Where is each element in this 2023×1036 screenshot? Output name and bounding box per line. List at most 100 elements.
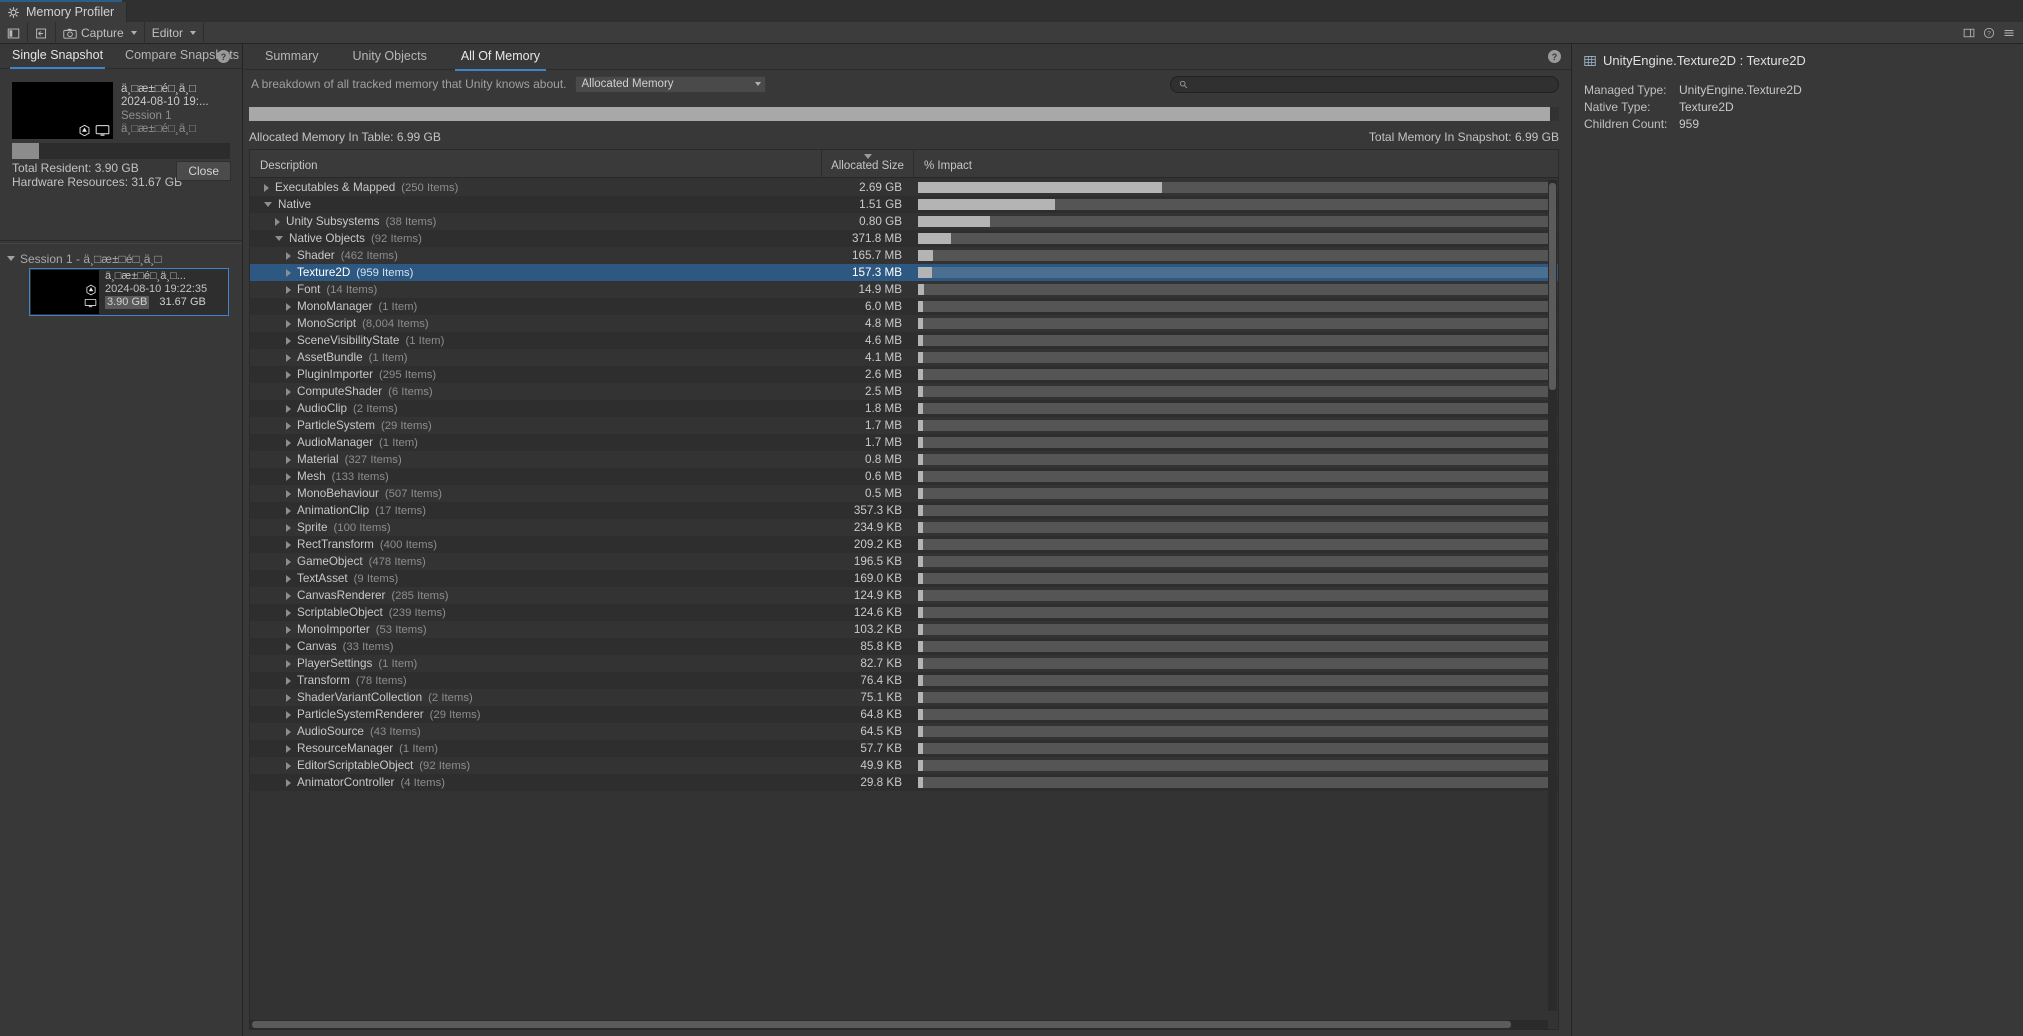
table-vertical-scrollbar[interactable] [1548,180,1557,1011]
chevron-right-icon[interactable] [286,574,291,583]
capture-button[interactable]: Capture [56,22,145,44]
table-row[interactable]: AudioManager (1 Item) 1.7 MB [250,434,1558,451]
chevron-down-icon[interactable] [264,202,272,207]
table-row[interactable]: MonoScript (8,004 Items) 4.8 MB [250,315,1558,332]
tab-unity-objects[interactable]: Unity Objects [349,44,429,70]
chevron-right-icon[interactable] [264,183,269,192]
chevron-right-icon[interactable] [286,744,291,753]
table-row[interactable]: MonoImporter (53 Items) 103.2 KB [250,621,1558,638]
window-tab-memory-profiler[interactable]: Memory Profiler [0,2,128,22]
table-row[interactable]: ParticleSystemRenderer (29 Items) 64.8 KB [250,706,1558,723]
chevron-right-icon[interactable] [286,778,291,787]
table-row[interactable]: EditorScriptableObject (92 Items) 49.9 KB [250,757,1558,774]
table-row[interactable]: Mesh (133 Items) 0.6 MB [250,468,1558,485]
table-row[interactable]: Unity Subsystems (38 Items) 0.80 GB [250,213,1558,230]
chevron-right-icon[interactable] [286,268,291,277]
panel-toggle-button[interactable] [1960,22,1978,44]
search-field[interactable] [1170,75,1559,93]
panel-layout-button[interactable] [0,22,28,44]
table-vertical-scroll-thumb[interactable] [1549,183,1556,390]
content-help-icon[interactable]: ? [1548,50,1561,63]
main-toolbar: Capture Editor ? [0,22,2023,44]
table-row[interactable]: Native 1.51 GB [250,196,1558,213]
chevron-right-icon[interactable] [286,370,291,379]
tab-single-snapshot[interactable]: Single Snapshot [10,44,106,69]
chevron-right-icon[interactable] [286,761,291,770]
table-row[interactable]: Transform (78 Items) 76.4 KB [250,672,1558,689]
table-row[interactable]: TextAsset (9 Items) 169.0 KB [250,570,1558,587]
chevron-right-icon[interactable] [286,659,291,668]
chevron-right-icon[interactable] [286,251,291,260]
chevron-right-icon[interactable] [286,727,291,736]
session-snapshot-item[interactable]: ä¸□æ±□é□¸ä¸□... 2024-08-10 19:22:35 3.90… [29,268,229,316]
table-row[interactable]: Native Objects (92 Items) 371.8 MB [250,230,1558,247]
capture-target-dropdown[interactable]: Editor [145,22,205,44]
table-row[interactable]: Font (14 Items) 14.9 MB [250,281,1558,298]
tab-all-of-memory[interactable]: All Of Memory [454,44,547,71]
close-snapshot-button[interactable]: Close [176,161,231,181]
table-row[interactable]: AudioSource (43 Items) 64.5 KB [250,723,1558,740]
chevron-right-icon[interactable] [286,608,291,617]
table-row[interactable]: AnimatorController (4 Items) 29.8 KB [250,774,1558,791]
chevron-right-icon[interactable] [286,404,291,413]
table-row[interactable]: GameObject (478 Items) 196.5 KB [250,553,1558,570]
column-header-impact[interactable]: % Impact [914,150,1558,177]
chevron-right-icon[interactable] [286,285,291,294]
chevron-right-icon[interactable] [286,472,291,481]
table-row[interactable]: Executables & Mapped (250 Items) 2.69 GB [250,179,1558,196]
table-row[interactable]: ScriptableObject (239 Items) 124.6 KB [250,604,1558,621]
chevron-right-icon[interactable] [286,455,291,464]
chevron-down-icon[interactable] [275,236,283,241]
column-header-description[interactable]: Description [250,150,822,177]
chevron-right-icon[interactable] [286,421,291,430]
chevron-right-icon[interactable] [286,591,291,600]
table-row[interactable]: ShaderVariantCollection (2 Items) 75.1 KB [250,689,1558,706]
table-row[interactable]: Shader (462 Items) 165.7 MB [250,247,1558,264]
help-button[interactable]: ? [1980,22,1998,44]
chevron-right-icon[interactable] [286,506,291,515]
table-row[interactable]: ComputeShader (6 Items) 2.5 MB [250,383,1558,400]
chevron-right-icon[interactable] [286,642,291,651]
breakdown-type-dropdown[interactable]: Allocated Memory [574,75,766,93]
table-row[interactable]: PlayerSettings (1 Item) 82.7 KB [250,655,1558,672]
table-row[interactable]: Sprite (100 Items) 234.9 KB [250,519,1558,536]
table-row[interactable]: ParticleSystem (29 Items) 1.7 MB [250,417,1558,434]
chevron-right-icon[interactable] [275,217,280,226]
chevron-right-icon[interactable] [286,489,291,498]
table-row[interactable]: AudioClip (2 Items) 1.8 MB [250,400,1558,417]
chevron-right-icon[interactable] [286,540,291,549]
session-group-header[interactable]: Session 1 - ä¸□æ±□é□¸ä¸□ [0,249,242,268]
table-row[interactable]: Material (327 Items) 0.8 MB [250,451,1558,468]
chevron-right-icon[interactable] [286,438,291,447]
import-snapshot-button[interactable] [28,22,56,44]
chevron-right-icon[interactable] [286,625,291,634]
tab-summary[interactable]: Summary [262,44,321,70]
chevron-right-icon[interactable] [286,557,291,566]
sidebar-help-icon[interactable]: ? [217,50,230,63]
table-horizontal-scrollbar[interactable] [250,1020,1548,1029]
chevron-right-icon[interactable] [286,387,291,396]
chevron-right-icon[interactable] [286,693,291,702]
table-horizontal-scroll-thumb[interactable] [252,1021,1512,1028]
table-row[interactable]: MonoManager (1 Item) 6.0 MB [250,298,1558,315]
chevron-right-icon[interactable] [286,710,291,719]
menu-button[interactable] [2000,22,2018,44]
chevron-right-icon[interactable] [286,353,291,362]
table-row[interactable]: PluginImporter (295 Items) 2.6 MB [250,366,1558,383]
table-row[interactable]: ResourceManager (1 Item) 57.7 KB [250,740,1558,757]
table-row[interactable]: AnimationClip (17 Items) 357.3 KB [250,502,1558,519]
chevron-right-icon[interactable] [286,319,291,328]
table-row[interactable]: Canvas (33 Items) 85.8 KB [250,638,1558,655]
chevron-right-icon[interactable] [286,523,291,532]
table-row[interactable]: AssetBundle (1 Item) 4.1 MB [250,349,1558,366]
chevron-right-icon[interactable] [286,336,291,345]
chevron-right-icon[interactable] [286,302,291,311]
table-row[interactable]: RectTransform (400 Items) 209.2 KB [250,536,1558,553]
table-row[interactable]: CanvasRenderer (285 Items) 124.9 KB [250,587,1558,604]
impact-bar-fill [918,777,924,788]
chevron-right-icon[interactable] [286,676,291,685]
column-header-allocated-size[interactable]: Allocated Size [822,150,914,177]
table-row[interactable]: MonoBehaviour (507 Items) 0.5 MB [250,485,1558,502]
table-row[interactable]: Texture2D (959 Items) 157.3 MB [250,264,1558,281]
table-row[interactable]: SceneVisibilityState (1 Item) 4.6 MB [250,332,1558,349]
